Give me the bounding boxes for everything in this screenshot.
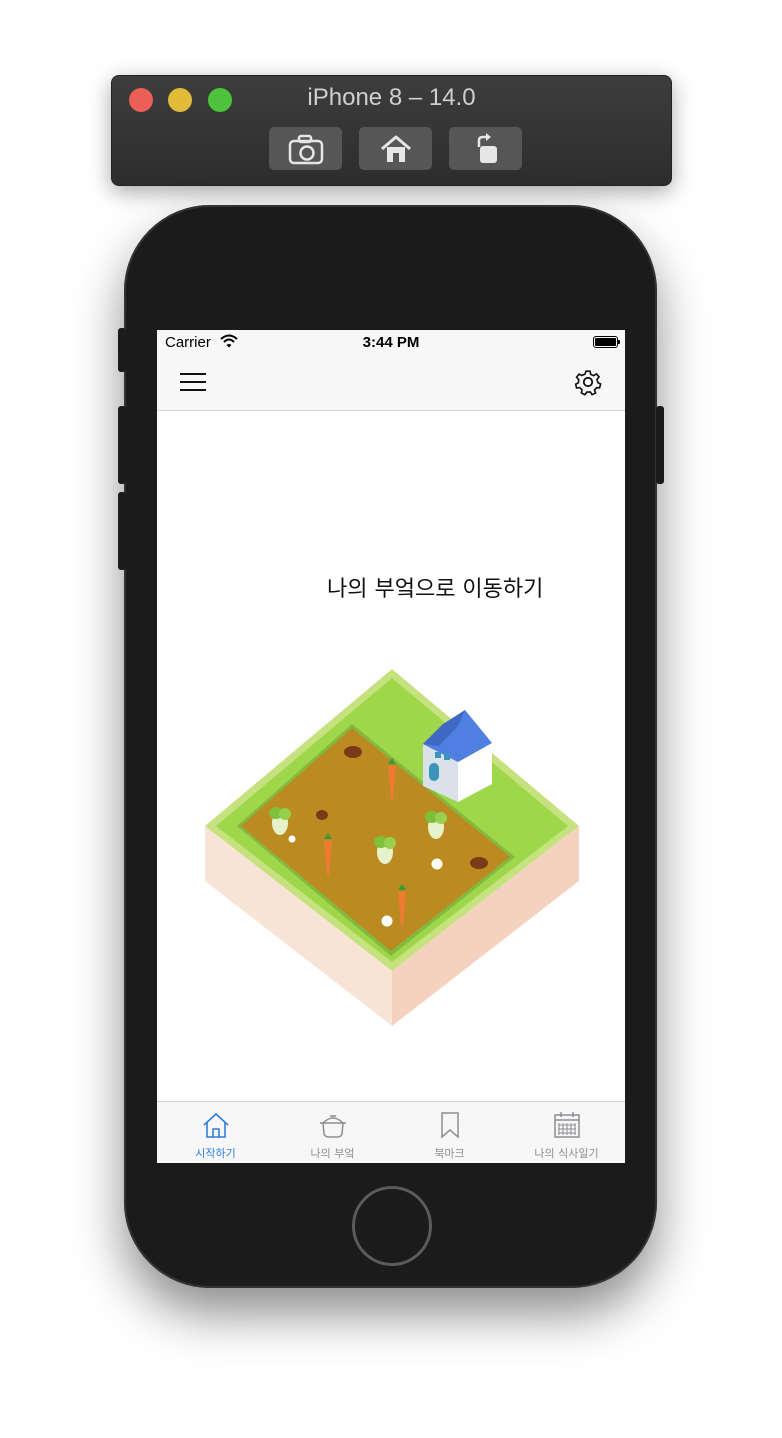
rotate-icon: [477, 132, 497, 163]
soil-clod: [344, 746, 362, 758]
battery-icon: [593, 336, 620, 348]
home-button[interactable]: [352, 1186, 432, 1266]
screenshot-button[interactable]: [269, 127, 342, 170]
bookmark-icon: [440, 1112, 459, 1139]
house-icon: [202, 1112, 229, 1138]
tab-label: 나의 식사일기: [534, 1147, 599, 1160]
calendar-icon: [553, 1112, 580, 1138]
tab-label: 시작하기: [195, 1147, 236, 1160]
simulator-title: iPhone 8 – 14.0: [307, 84, 476, 111]
home-sim-button[interactable]: [359, 127, 432, 170]
home-icon: [380, 135, 411, 162]
mute-switch[interactable]: [118, 328, 126, 372]
tab-meal-diary[interactable]: 나의 식사일기: [508, 1102, 625, 1163]
garlic-icon: [381, 915, 393, 927]
volume-down-button[interactable]: [118, 492, 126, 570]
tab-my-kitchen[interactable]: 나의 부엌: [274, 1102, 391, 1163]
camera-icon: [288, 134, 323, 164]
gear-icon[interactable]: [573, 367, 603, 397]
power-button[interactable]: [656, 406, 664, 484]
go-to-kitchen-link[interactable]: 나의 부엌으로 이동하기: [327, 571, 543, 603]
menu-icon[interactable]: [179, 371, 207, 393]
tab-label: 북마크: [434, 1147, 465, 1160]
garlic-icon: [431, 858, 443, 870]
pot-icon: [319, 1115, 346, 1138]
main-content: 나의 부엌으로 이동하기: [157, 411, 625, 1101]
farm-illustration[interactable]: [203, 666, 583, 1026]
tab-bookmark[interactable]: 북마크: [391, 1102, 508, 1163]
status-bar: Carrier 3:44 PM: [157, 330, 625, 356]
tab-label: 나의 부엌: [310, 1147, 355, 1160]
tab-start[interactable]: 시작하기: [157, 1102, 274, 1163]
volume-up-button[interactable]: [118, 406, 126, 484]
tab-bar: 시작하기 나의 부엌 북마크 나의 식사일기: [157, 1101, 625, 1163]
simulator-title-bar: iPhone 8 – 14.0: [111, 75, 672, 186]
status-time: 3:44 PM: [362, 334, 420, 351]
soil-clod: [316, 810, 328, 820]
app-screen: Carrier 3:44 PM 나의 부엌으로 이동하기 시작하기 나의 부엌 …: [157, 330, 625, 1163]
rotate-button[interactable]: [449, 127, 522, 170]
soil-clod: [470, 857, 488, 869]
garlic-icon: [288, 835, 296, 843]
navigation-bar: [157, 356, 625, 411]
